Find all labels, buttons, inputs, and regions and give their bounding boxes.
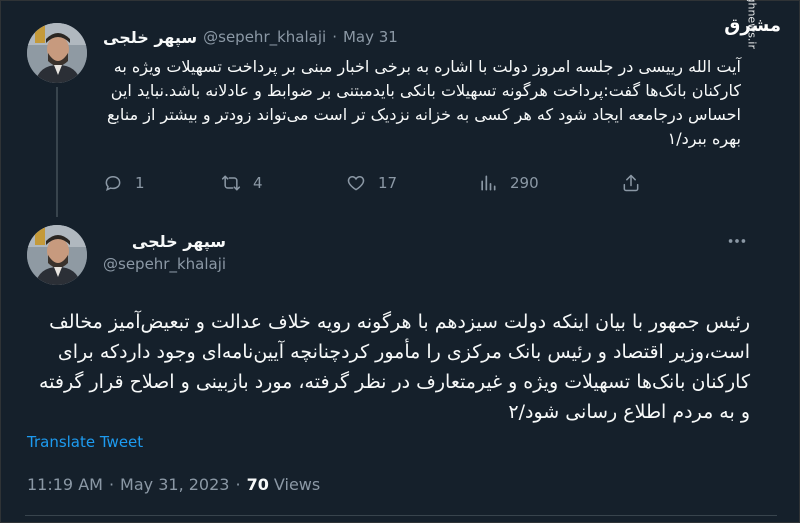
- separator-dot: ·: [108, 475, 115, 494]
- tweet-thread: سپهر خلجی @sepehr_khalaji · May 31 مشرق …: [0, 0, 800, 523]
- divider: [25, 515, 777, 516]
- share-button[interactable]: [621, 173, 641, 193]
- user-handle[interactable]: @sepehr_khalaji: [103, 253, 226, 275]
- display-name[interactable]: سپهر خلجی: [103, 28, 197, 47]
- thread-line: [56, 87, 58, 217]
- views-label: Views: [273, 475, 321, 494]
- more-icon: [728, 239, 746, 243]
- share-icon: [623, 174, 639, 192]
- heart-icon: [347, 175, 365, 191]
- retweet-icon: [221, 175, 241, 191]
- tweet-date[interactable]: May 31, 2023: [120, 475, 229, 494]
- watermark-url: mashreghnews.ir: [746, 0, 759, 49]
- tweet-text: رئیس جمهور با بیان اینکه دولت سیزدهم با …: [38, 311, 750, 423]
- views-count: 70: [246, 475, 269, 494]
- like-count: 17: [378, 174, 398, 192]
- tweet-header: سپهر خلجی @sepehr_khalaji · May 31: [103, 25, 398, 49]
- like-button[interactable]: 17: [346, 173, 397, 193]
- more-options-button[interactable]: [723, 227, 751, 255]
- retweet-button[interactable]: 4: [221, 173, 263, 193]
- avatar[interactable]: [27, 23, 87, 83]
- tweet-actions: 1 4 17 290: [101, 167, 661, 199]
- tweet-2[interactable]: سپهر خلجی @sepehr_khalaji رئیس جمهور با …: [1, 211, 800, 523]
- views-stat[interactable]: 70 Views: [247, 475, 321, 494]
- reply-button[interactable]: 1: [103, 173, 145, 193]
- avatar[interactable]: [27, 225, 87, 285]
- views-button[interactable]: 290: [478, 173, 539, 193]
- display-name[interactable]: سپهر خلجی: [103, 231, 226, 253]
- view-count: 290: [510, 174, 539, 192]
- separator-dot: ·: [235, 475, 241, 494]
- user-handle[interactable]: @sepehr_khalaji: [203, 28, 326, 46]
- translate-tweet-link[interactable]: Translate Tweet: [27, 433, 143, 451]
- retweet-count: 4: [253, 174, 263, 192]
- views-icon: [481, 175, 496, 191]
- tweet-text: آیت الله رییسی در جلسه امروز دولت با اشا…: [106, 57, 741, 148]
- tweet-date[interactable]: May 31: [343, 28, 398, 46]
- tweet-time[interactable]: 11:19 AM: [27, 475, 103, 494]
- tweet-1[interactable]: سپهر خلجی @sepehr_khalaji · May 31 مشرق …: [1, 0, 800, 217]
- tweet-header: سپهر خلجی @sepehr_khalaji: [103, 231, 226, 275]
- tweet-meta: 11:19 AM · May 31, 2023 · 70 Views: [27, 475, 320, 494]
- reply-count: 1: [135, 174, 145, 192]
- separator-dot: ·: [332, 28, 337, 46]
- reply-icon: [105, 175, 121, 192]
